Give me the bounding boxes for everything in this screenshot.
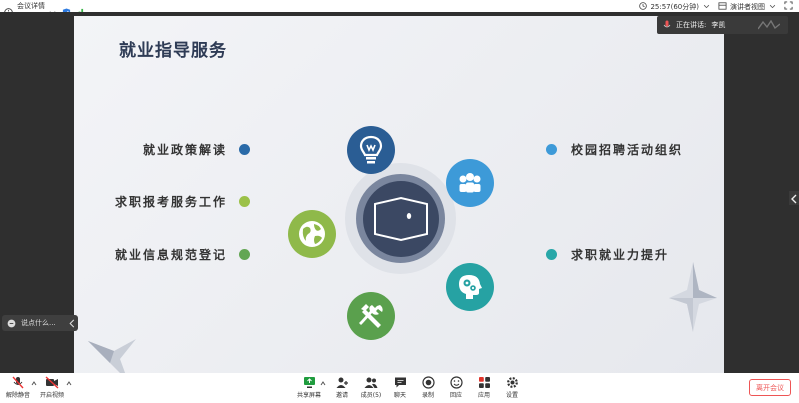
globe-icon [299, 221, 325, 247]
speaker-indicator: 正在讲话: 李凯 [657, 16, 788, 34]
bullet-dot [239, 249, 250, 260]
camera-off-icon [45, 376, 59, 389]
service-item-application: 求职报考服务工作 [115, 193, 250, 210]
team-icon [459, 173, 481, 193]
reactions-label: 回应 [449, 392, 462, 399]
start-video-button[interactable]: 开启视频 [38, 376, 66, 399]
settings-label: 设置 [505, 392, 518, 399]
leave-meeting-button[interactable]: 离开会议 [749, 379, 791, 396]
apps-label: 应用 [477, 392, 490, 399]
members-button[interactable]: 成员(5) [357, 376, 385, 399]
service-item-registration: 就业信息规范登记 [115, 246, 250, 263]
signal-icon[interactable] [75, 2, 84, 16]
service-item-campus-recruit: 校园招聘活动组织 [546, 141, 683, 158]
members-label: 成员(5) [360, 392, 382, 399]
chevron-up-icon[interactable] [31, 381, 37, 386]
start-video-label: 开启视频 [39, 392, 64, 399]
unmute-button[interactable]: 解除静音 [4, 376, 32, 399]
meeting-timer: 25:57(60分钟) [650, 3, 699, 11]
settings-button[interactable]: 设置 [498, 376, 526, 399]
microphone-icon [663, 20, 671, 28]
chevron-down-icon[interactable] [769, 2, 776, 13]
tools-icon [359, 304, 383, 328]
service-item-label: 就业政策解读 [142, 143, 227, 157]
speaker-label: 正在讲话: [676, 21, 707, 29]
share-screen-label: 共享屏幕 [296, 392, 321, 399]
bottom-toolbar: 解除静音 开启视频 共享屏幕 邀请 成员(5) 聊天 录制 回应 应用 设置 离… [0, 373, 799, 403]
hexagon-icon [374, 196, 428, 242]
chat-icon [394, 377, 406, 388]
members-icon [364, 377, 378, 388]
speaker-name: 李凯 [711, 21, 726, 29]
chat-bubble-icon [7, 319, 16, 327]
audio-wave-icon [758, 20, 781, 30]
clock-icon [639, 1, 648, 13]
team-bubble [446, 159, 494, 207]
quick-chat-input[interactable]: 说点什么... [2, 315, 78, 331]
globe-bubble [288, 210, 336, 258]
meeting-info-button[interactable]: 会议详情 [17, 1, 45, 11]
apps-button[interactable]: 应用 [470, 376, 498, 399]
share-screen-button[interactable]: 共享屏幕 [295, 376, 323, 399]
invite-button[interactable]: 邀请 [328, 376, 356, 399]
chevron-down-icon[interactable] [49, 2, 58, 15]
head-gears-icon [459, 275, 482, 299]
sparkle-decoration-icon [88, 339, 136, 373]
bullet-dot [546, 144, 557, 155]
shield-icon[interactable] [62, 2, 71, 17]
chat-placeholder: 说点什么... [21, 319, 56, 327]
chevron-up-icon[interactable] [320, 381, 326, 386]
gear-icon [506, 377, 518, 388]
record-icon [421, 376, 435, 389]
expand-panel-button[interactable] [789, 191, 799, 205]
reactions-button[interactable]: 回应 [442, 376, 470, 399]
service-item-label: 校园招聘活动组织 [571, 143, 684, 157]
service-item-career-skills: 求职就业力提升 [546, 246, 669, 263]
service-item-label: 就业信息规范登记 [114, 248, 227, 262]
view-mode-button[interactable]: 演讲者视图 [730, 2, 765, 12]
record-label: 录制 [421, 392, 434, 399]
lightbulb-icon [359, 135, 383, 164]
tools-bubble [347, 292, 395, 340]
top-bar: 会议详情 25:57(60分钟) 演讲者视图 [0, 0, 799, 17]
service-item-policy: 就业政策解读 [143, 141, 250, 158]
record-button[interactable]: 录制 [414, 376, 442, 399]
bullet-dot [239, 196, 250, 207]
bullet-dot [546, 249, 557, 260]
invite-user-icon [336, 377, 348, 388]
presentation-slide: 就业指导服务 就业政策解读 求职报考服务工作 就业信息规范登记 校园招聘活动组织… [74, 16, 724, 373]
info-icon[interactable] [4, 2, 13, 17]
apps-grid-icon [478, 377, 490, 388]
chevron-up-icon[interactable] [66, 381, 72, 386]
chevron-left-icon[interactable] [69, 319, 75, 328]
slide-title: 就业指导服务 [119, 41, 227, 61]
microphone-muted-icon [12, 376, 24, 389]
chat-button[interactable]: 聊天 [386, 376, 414, 399]
bullet-dot [239, 144, 250, 155]
chevron-down-icon[interactable] [703, 2, 710, 13]
share-screen-icon [303, 377, 315, 388]
service-item-label: 求职报考服务工作 [114, 195, 227, 209]
reaction-icon [449, 376, 463, 389]
grid-view-icon[interactable] [718, 1, 727, 13]
chevron-left-icon [791, 194, 797, 204]
mind-bubble [446, 263, 494, 311]
invite-label: 邀请 [335, 392, 348, 399]
service-item-label: 求职就业力提升 [571, 248, 670, 262]
unmute-label: 解除静音 [5, 392, 30, 399]
chat-label: 聊天 [393, 392, 406, 399]
lightbulb-bubble [347, 126, 395, 174]
sparkle-decoration-icon [669, 262, 717, 332]
